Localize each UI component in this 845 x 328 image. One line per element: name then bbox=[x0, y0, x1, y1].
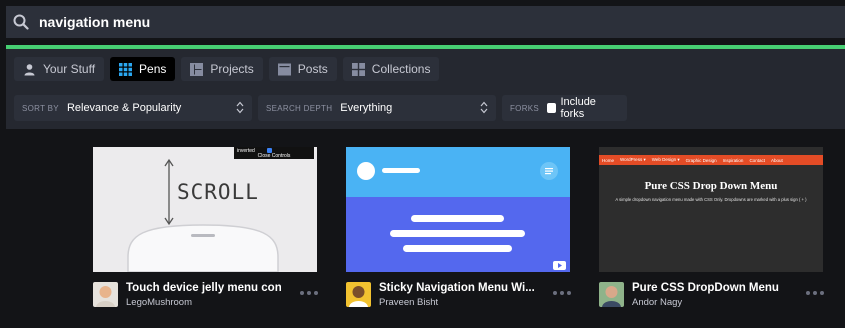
scroll-text: SCROLL bbox=[177, 180, 259, 204]
avatar[interactable] bbox=[599, 282, 624, 307]
demo-nav-item[interactable]: Contact bbox=[749, 158, 765, 163]
search-depth-value: Everything bbox=[340, 102, 393, 114]
tab-label: Collections bbox=[371, 62, 431, 76]
avatar[interactable] bbox=[93, 282, 118, 307]
pen-author[interactable]: Praveen Bisht bbox=[379, 297, 438, 308]
card-footer: Touch device jelly menu con... LegoMushr… bbox=[93, 277, 327, 317]
demo-nav-item[interactable]: Graphic Design bbox=[686, 158, 717, 163]
include-forks-label[interactable]: Include forks bbox=[560, 96, 619, 120]
include-forks-checkbox[interactable] bbox=[547, 103, 557, 113]
tab-label: Pens bbox=[139, 62, 167, 76]
demo-nav-item[interactable]: Inspiration bbox=[723, 158, 744, 163]
posts-icon bbox=[277, 63, 291, 75]
sort-by-select[interactable]: SORT BY Relevance & Popularity bbox=[14, 95, 252, 121]
search-bar[interactable]: navigation menu bbox=[6, 6, 845, 38]
tab-collections[interactable]: Collections bbox=[342, 57, 440, 81]
pen-preview[interactable]: SCROLL inverted Close Controls bbox=[93, 147, 317, 272]
pen-preview[interactable]: Home WordPress ▾ Web Design ▾ Graphic De… bbox=[599, 147, 823, 272]
more-options-icon[interactable] bbox=[299, 290, 319, 296]
sort-by-value: Relevance & Popularity bbox=[66, 102, 182, 114]
card-footer: Pure CSS DropDown Menu Andor Nagy bbox=[599, 277, 833, 317]
phone-scroll-illustration bbox=[127, 158, 279, 272]
search-icon bbox=[13, 14, 29, 30]
more-options-icon[interactable] bbox=[552, 290, 572, 296]
forks-label: FORKS bbox=[510, 103, 540, 113]
user-icon bbox=[24, 63, 35, 75]
demo-nav-item[interactable]: Web Design ▾ bbox=[652, 157, 680, 163]
pens-grid-icon bbox=[119, 62, 133, 76]
demo-nav-item[interactable]: WordPress ▾ bbox=[620, 157, 646, 163]
search-depth-label: SEARCH DEPTH bbox=[266, 103, 333, 113]
search-input[interactable]: navigation menu bbox=[39, 14, 150, 30]
tab-label: Posts bbox=[297, 62, 328, 76]
demo-controls-panel: inverted Close Controls bbox=[234, 147, 314, 159]
tab-label: Projects bbox=[210, 62, 254, 76]
tab-posts[interactable]: Posts bbox=[268, 57, 337, 81]
forks-filter: FORKS Include forks bbox=[502, 95, 627, 121]
select-arrows-icon bbox=[236, 101, 244, 114]
demo-nav-item[interactable]: Home bbox=[602, 158, 614, 163]
pen-preview[interactable] bbox=[346, 147, 570, 272]
demo-nav-item[interactable]: About bbox=[771, 158, 783, 163]
type-tabs: Your Stuff Pens Projects Posts Collectio… bbox=[14, 57, 440, 81]
sort-by-label: SORT BY bbox=[22, 103, 59, 113]
pen-title[interactable]: Pure CSS DropDown Menu bbox=[632, 282, 787, 294]
avatar-image bbox=[346, 282, 371, 307]
pen-title[interactable]: Touch device jelly menu con... bbox=[126, 282, 281, 294]
card-footer: Sticky Navigation Menu Wi... Praveen Bis… bbox=[346, 277, 580, 317]
filter-panel: Your Stuff Pens Projects Posts Collectio… bbox=[6, 49, 845, 129]
pen-author[interactable]: LegoMushroom bbox=[126, 297, 192, 308]
tab-label: Your Stuff bbox=[43, 62, 96, 76]
tab-your-stuff[interactable]: Your Stuff bbox=[14, 57, 105, 81]
pen-author[interactable]: Andor Nagy bbox=[632, 297, 682, 308]
close-controls-button[interactable]: Close Controls bbox=[234, 153, 314, 159]
collections-icon bbox=[351, 62, 365, 76]
more-options-icon[interactable] bbox=[805, 290, 825, 296]
pen-title[interactable]: Sticky Navigation Menu Wi... bbox=[379, 282, 534, 294]
sticky-nav-illustration bbox=[346, 147, 570, 270]
tab-projects[interactable]: Projects bbox=[181, 57, 263, 81]
demo-nav-bar: Home WordPress ▾ Web Design ▾ Graphic De… bbox=[599, 155, 823, 165]
avatar-image bbox=[599, 282, 624, 307]
select-arrows-icon bbox=[480, 101, 488, 114]
demo-description: A simple dropdown navigation menu made w… bbox=[615, 197, 807, 202]
avatar[interactable] bbox=[346, 282, 371, 307]
search-depth-select[interactable]: SEARCH DEPTH Everything bbox=[258, 95, 496, 121]
projects-icon bbox=[190, 62, 204, 76]
filter-row: SORT BY Relevance & Popularity SEARCH DE… bbox=[14, 95, 627, 121]
tab-pens[interactable]: Pens bbox=[110, 57, 176, 81]
avatar-image bbox=[93, 282, 118, 307]
demo-heading: Pure CSS Drop Down Menu bbox=[644, 180, 778, 192]
